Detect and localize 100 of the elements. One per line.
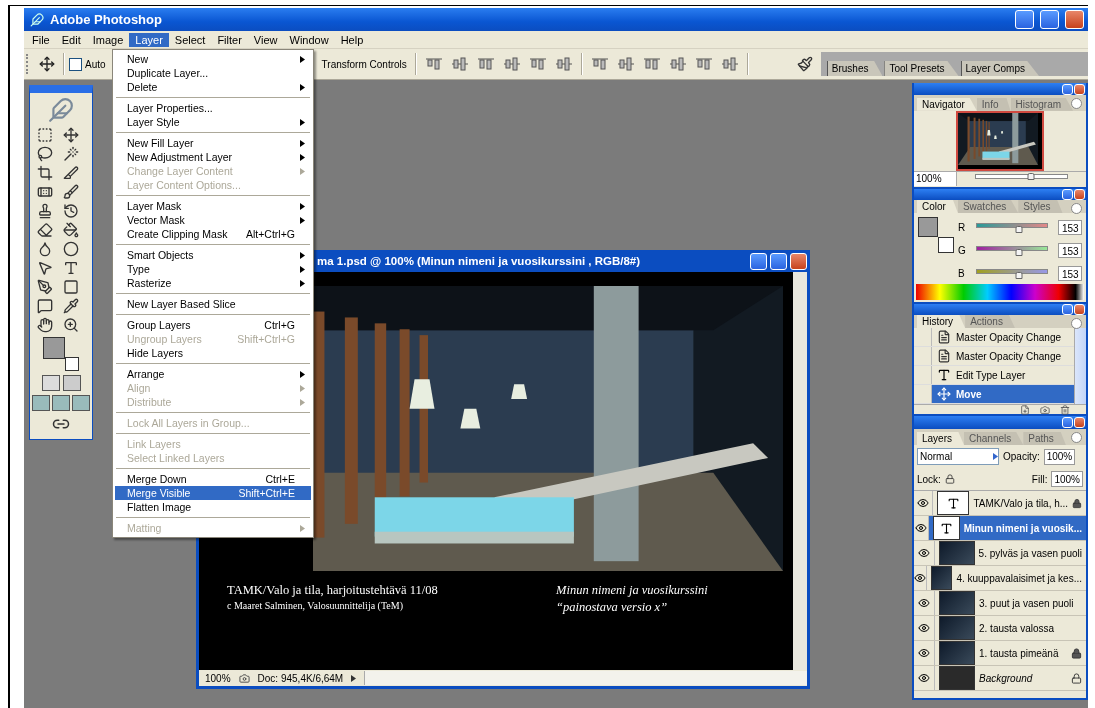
- scrollbar[interactable]: [1074, 328, 1086, 404]
- menu-item[interactable]: Flatten Image: [115, 500, 311, 514]
- magic-wand-icon[interactable]: [63, 146, 79, 162]
- menu-title[interactable]: Layer: [129, 32, 169, 47]
- align-icon[interactable]: [616, 57, 635, 71]
- layer-row[interactable]: Background: [914, 666, 1086, 691]
- menu-item[interactable]: Smart Objects: [115, 248, 311, 262]
- layer-row[interactable]: 4. kuuppavalaisimet ja kes...: [914, 566, 1086, 591]
- trash-icon[interactable]: [1060, 405, 1070, 415]
- screen-mode-button[interactable]: [52, 395, 70, 411]
- menu-title[interactable]: Help: [334, 32, 370, 47]
- minimize-button[interactable]: [1015, 10, 1034, 29]
- layer-row[interactable]: 3. puut ja vasen puoli: [914, 591, 1086, 616]
- close-button[interactable]: [1065, 10, 1084, 29]
- foreground-color-swatch[interactable]: [43, 337, 65, 359]
- paint-bucket-icon[interactable]: [63, 222, 79, 238]
- foreground-color-swatch[interactable]: [918, 217, 938, 237]
- slider-thumb[interactable]: [1015, 225, 1023, 233]
- eye-icon[interactable]: [914, 572, 926, 584]
- note-icon[interactable]: [37, 298, 53, 314]
- align-icon[interactable]: [502, 57, 521, 71]
- pointer-icon[interactable]: [37, 260, 53, 276]
- menu-title[interactable]: View: [247, 32, 284, 47]
- eraser-icon[interactable]: [37, 222, 53, 238]
- slider-thumb[interactable]: [1015, 248, 1023, 256]
- palette-tab[interactable]: Color: [917, 200, 958, 213]
- layer-row[interactable]: 1. tausta pimeänä: [914, 641, 1086, 666]
- background-color-swatch[interactable]: [938, 237, 954, 253]
- menu-item[interactable]: Layer Properties...: [115, 101, 311, 115]
- eye-icon[interactable]: [918, 597, 930, 609]
- history-icon[interactable]: [63, 203, 79, 219]
- zoom-icon[interactable]: [63, 317, 79, 333]
- crop-icon[interactable]: [37, 165, 53, 181]
- layer-row[interactable]: 5. pylväs ja vasen puoli: [914, 541, 1086, 566]
- stamp-icon[interactable]: [37, 203, 53, 219]
- channel-value-field[interactable]: 153: [1058, 220, 1082, 235]
- standard-mode-button[interactable]: [41, 375, 60, 391]
- scrollbar[interactable]: [364, 671, 807, 685]
- eye-icon[interactable]: [915, 522, 928, 534]
- layer-row[interactable]: Minun nimeni ja vuosik...: [914, 516, 1086, 541]
- menu-item[interactable]: Merge Visible Shift+Ctrl+E: [115, 486, 311, 500]
- camera-icon[interactable]: [238, 672, 250, 684]
- align-icon[interactable]: [668, 57, 687, 71]
- minimize-button[interactable]: [1062, 83, 1073, 95]
- slider-thumb[interactable]: [1015, 271, 1023, 279]
- close-button[interactable]: [790, 252, 807, 270]
- history-item[interactable]: Master Opacity Change: [914, 328, 1074, 347]
- menu-title[interactable]: Edit: [55, 32, 87, 47]
- palette-tab[interactable]: Paths: [1023, 432, 1066, 445]
- camera-icon[interactable]: [1040, 405, 1050, 415]
- new-document-icon[interactable]: [1020, 405, 1030, 415]
- opacity-field[interactable]: 100%: [1043, 448, 1076, 465]
- palette-tab[interactable]: Styles: [1018, 200, 1063, 213]
- menu-title[interactable]: Filter: [211, 32, 248, 47]
- menu-title[interactable]: Select: [168, 32, 212, 47]
- menu-item[interactable]: Type: [115, 262, 311, 276]
- palette-tab[interactable]: Layer Comps: [960, 61, 1039, 76]
- slider-thumb[interactable]: [1027, 173, 1035, 181]
- checkbox[interactable]: [69, 57, 82, 71]
- menu-item[interactable]: Group Layers Ctrl+G: [115, 318, 311, 332]
- layer-row[interactable]: TAMK/Valo ja tila, h...: [914, 491, 1086, 516]
- align-icon[interactable]: [424, 57, 443, 71]
- palette-tab[interactable]: Swatches: [957, 200, 1019, 213]
- palette-tab[interactable]: Navigator: [917, 97, 977, 111]
- slice-icon[interactable]: [63, 165, 79, 181]
- minimize-button[interactable]: [1062, 417, 1073, 428]
- menu-item[interactable]: Layer Mask: [115, 199, 311, 213]
- menu-title[interactable]: Window: [283, 32, 335, 47]
- palette-tab[interactable]: Info: [976, 97, 1011, 111]
- menu-item[interactable]: New Fill Layer: [115, 136, 311, 150]
- move-icon[interactable]: [39, 56, 55, 72]
- palette-menu-button[interactable]: [1071, 432, 1082, 443]
- hand-icon[interactable]: [37, 317, 53, 333]
- layer-row[interactable]: 2. tausta valossa: [914, 616, 1086, 641]
- zoom-field[interactable]: 100%: [914, 172, 957, 187]
- bandage-icon[interactable]: [37, 184, 53, 200]
- menu-title[interactable]: File: [26, 32, 56, 47]
- brush-palette-icon[interactable]: [796, 56, 813, 72]
- maximize-button[interactable]: [770, 252, 787, 270]
- align-icon[interactable]: [450, 57, 469, 71]
- menu-item[interactable]: Delete: [115, 80, 311, 94]
- history-item[interactable]: Move: [914, 385, 1074, 404]
- menu-item[interactable]: New Layer Based Slice: [115, 297, 311, 311]
- eye-icon[interactable]: [918, 672, 930, 684]
- eyedropper-icon[interactable]: [63, 298, 79, 314]
- lock-icon[interactable]: [944, 474, 955, 484]
- menu-item[interactable]: New: [115, 52, 311, 66]
- navigator-preview[interactable]: [956, 110, 1044, 171]
- align-icon[interactable]: [694, 57, 713, 71]
- align-icon[interactable]: [590, 57, 609, 71]
- align-icon[interactable]: [476, 57, 495, 71]
- menu-item[interactable]: Rasterize: [115, 276, 311, 290]
- pen-icon[interactable]: [37, 279, 53, 295]
- menu-item[interactable]: Hide Layers: [115, 346, 311, 360]
- menu-item[interactable]: Duplicate Layer...: [115, 66, 311, 80]
- palette-tab[interactable]: Tool Presets: [884, 61, 959, 76]
- eye-icon[interactable]: [916, 497, 929, 509]
- droplet-icon[interactable]: [37, 241, 53, 257]
- align-icon[interactable]: [528, 57, 547, 71]
- scrollbar[interactable]: [793, 272, 807, 670]
